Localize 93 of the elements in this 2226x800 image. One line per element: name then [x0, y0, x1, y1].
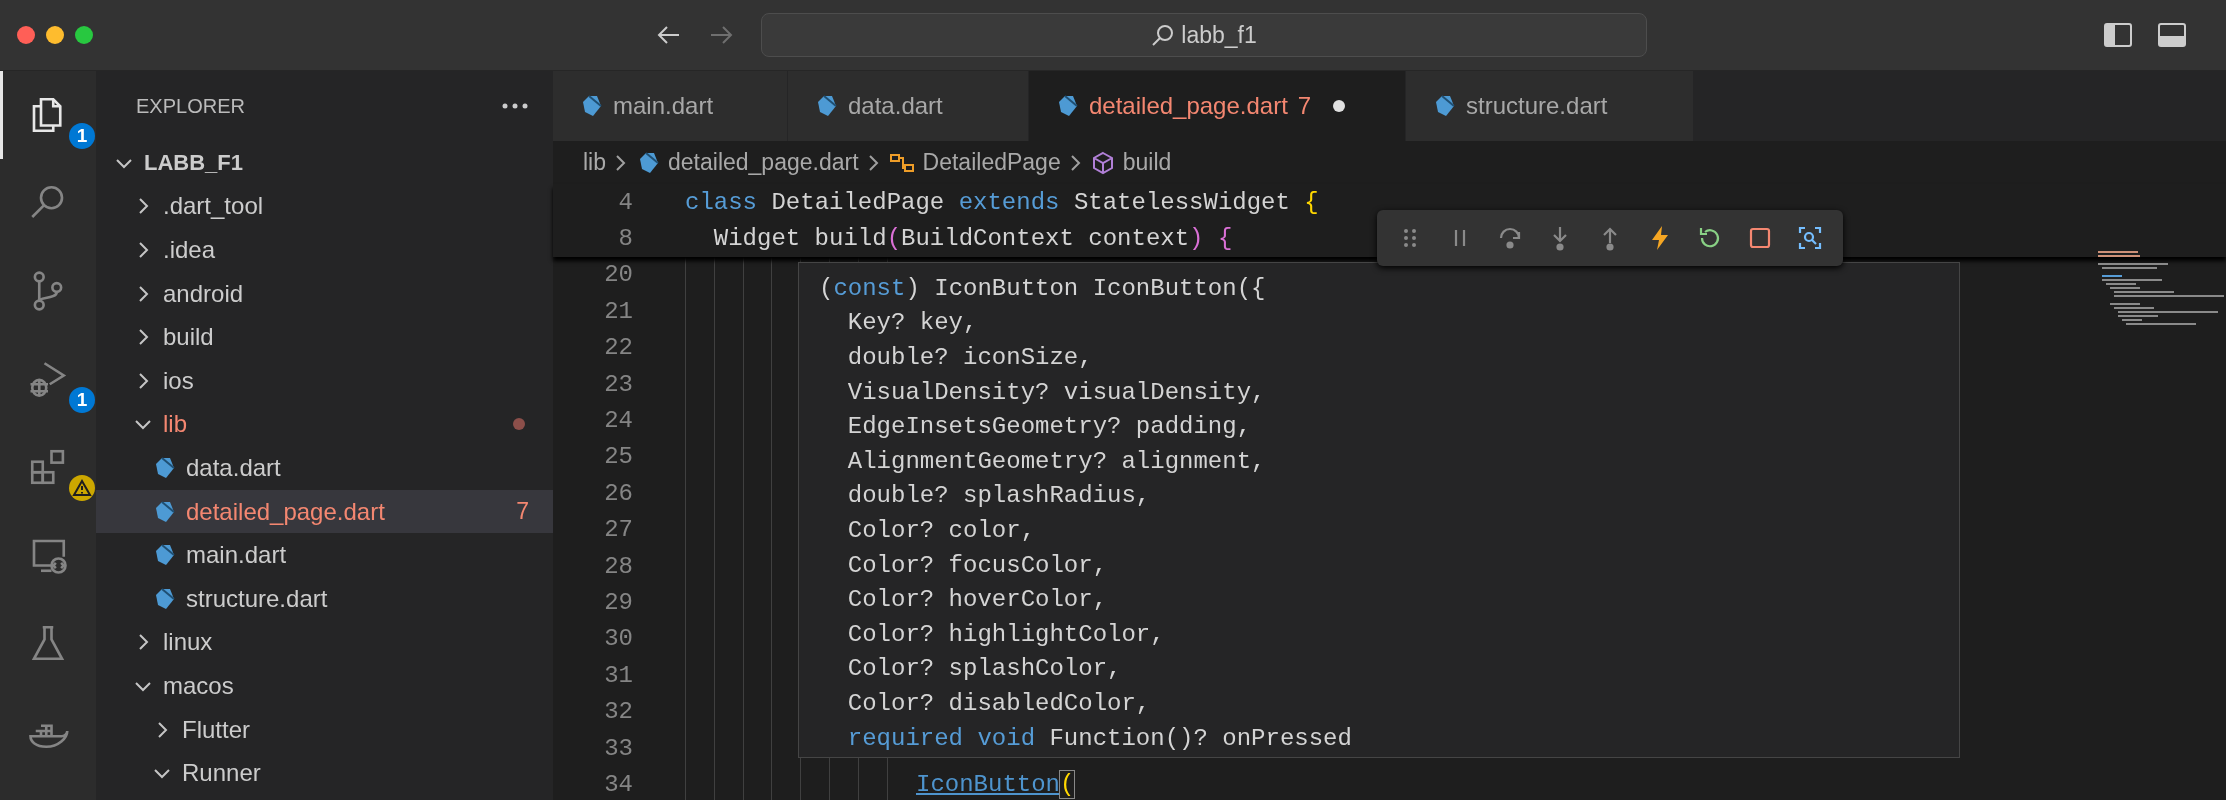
tree-label: macos [163, 671, 235, 700]
toggle-panel-icon[interactable] [2158, 23, 2186, 47]
breadcrumb-folder[interactable]: lib [583, 149, 606, 176]
line-number: 24 [603, 407, 633, 435]
forward-arrow-icon[interactable] [709, 25, 733, 45]
explorer-title: EXPLORER [136, 94, 245, 118]
signature-line: required void Function()? onPressed [846, 723, 1353, 754]
line-number: 31 [603, 661, 633, 689]
tree-item[interactable]: build [96, 315, 553, 359]
line-number: 28 [603, 552, 633, 580]
tree-label: linux [163, 628, 214, 657]
line-number: 20 [603, 261, 633, 289]
signature-line: Color? splashColor, [846, 654, 1123, 685]
tree-item[interactable]: ios [96, 358, 553, 403]
signature-line: (const) IconButton IconButton({ [818, 273, 1267, 304]
tree-item[interactable]: Runner [96, 751, 553, 795]
breadcrumb-class[interactable]: DetailedPage [888, 149, 1061, 176]
signature-line: Color? color, [846, 515, 1037, 546]
tree-item[interactable]: detailed_page.dart 7 [96, 489, 553, 534]
tree-item[interactable]: .idea [96, 228, 553, 272]
back-arrow-icon[interactable] [657, 25, 681, 45]
zoom-window-button[interactable] [75, 26, 93, 44]
signature-line: Key? key, [846, 308, 979, 339]
tree-label: .idea [163, 236, 217, 264]
signature-line: double? iconSize, [846, 343, 1094, 373]
tree-item[interactable]: LABB_F1 [96, 141, 553, 185]
problem-count: 7 [516, 498, 529, 526]
signature-line: AlignmentGeometry? alignment, [846, 446, 1267, 477]
tree-item[interactable]: structure.dart [96, 576, 553, 621]
editor-tab[interactable]: structure.dart [1406, 71, 1694, 141]
tree-label: Runner [182, 759, 262, 788]
notification-badge: 1 [69, 123, 95, 149]
code-line: Widget build(BuildContext context) { [712, 225, 1233, 253]
toggle-sidebar-icon[interactable] [2104, 23, 2132, 47]
tree-label: structure.dart [186, 584, 329, 613]
unsaved-dot-icon[interactable] [1333, 100, 1346, 112]
workspace-name: LABB_F1 [144, 149, 244, 176]
line-number: 32 [603, 698, 633, 726]
tree-label: data.dart [186, 453, 282, 482]
line-number: 8 [617, 225, 633, 253]
code-line: class DetailedPage extends StatelessWidget { [685, 188, 1319, 216]
editor-tab[interactable]: data.dart [788, 71, 1029, 141]
tree-label: build [163, 323, 215, 352]
search-icon [1151, 23, 1176, 47]
chevron-right-icon [1068, 152, 1083, 173]
signature-line: Color? hoverColor, [846, 585, 1109, 616]
line-number: 33 [603, 734, 633, 762]
problem-dot-icon [513, 418, 525, 431]
tree-item[interactable]: main.dart [96, 533, 553, 577]
more-actions-icon[interactable] [501, 102, 529, 110]
inspect-icon[interactable] [1796, 224, 1824, 252]
signature-line: Color? focusColor, [846, 550, 1109, 581]
tree-item[interactable]: macos [96, 664, 553, 708]
signature-line: double? splashRadius, [846, 481, 1152, 512]
notification-badge: 1 [69, 387, 95, 413]
tree-item[interactable]: linux [96, 620, 553, 665]
close-window-button[interactable] [17, 26, 35, 44]
editor-tab[interactable]: main.dart [553, 71, 788, 141]
editor-tab[interactable]: detailed_page.dart 7 [1029, 71, 1406, 141]
signature-line: Color? disabledColor, [846, 688, 1152, 719]
command-center-search[interactable]: labb_f1 [761, 13, 1647, 57]
line-number: 30 [603, 625, 633, 653]
tree-item[interactable]: Flutter [96, 707, 553, 752]
line-number: 22 [603, 334, 633, 362]
signature-line: Color? highlightColor, [846, 619, 1166, 650]
cube-icon [1090, 150, 1115, 175]
signature-line: VisualDensity? visualDensity, [846, 377, 1267, 408]
tree-label: detailed_page.dart [186, 497, 386, 526]
minimize-window-button[interactable] [46, 26, 64, 44]
signature-line: EdgeInsetsGeometry? padding, [846, 412, 1253, 443]
line-number: 4 [617, 188, 633, 216]
line-number: 23 [603, 370, 633, 398]
code-line: IconButton( [916, 770, 1075, 798]
tree-item[interactable]: .dart_tool [96, 184, 553, 229]
breadcrumb-file[interactable]: detailed_page.dart [636, 149, 859, 176]
tree-item[interactable]: lib [96, 402, 553, 447]
tree-label: Flutter [182, 715, 251, 744]
chevron-right-icon [866, 152, 881, 173]
tree-label: .dart_tool [163, 192, 265, 221]
breadcrumb-method[interactable]: build [1090, 149, 1172, 176]
line-number: 25 [603, 443, 633, 471]
tree-label: android [163, 279, 245, 308]
line-number: 29 [603, 589, 633, 616]
tree-label: ios [163, 366, 195, 395]
tree-item[interactable]: android [96, 271, 553, 316]
tree-label: main.dart [186, 541, 288, 570]
line-number: 26 [603, 479, 633, 507]
tree-item[interactable]: data.dart [96, 446, 553, 490]
line-number: 34 [603, 770, 633, 798]
line-number: 21 [603, 297, 633, 325]
tree-label: lib [163, 410, 188, 439]
chevron-right-icon [614, 152, 628, 173]
line-number: 27 [603, 516, 633, 544]
